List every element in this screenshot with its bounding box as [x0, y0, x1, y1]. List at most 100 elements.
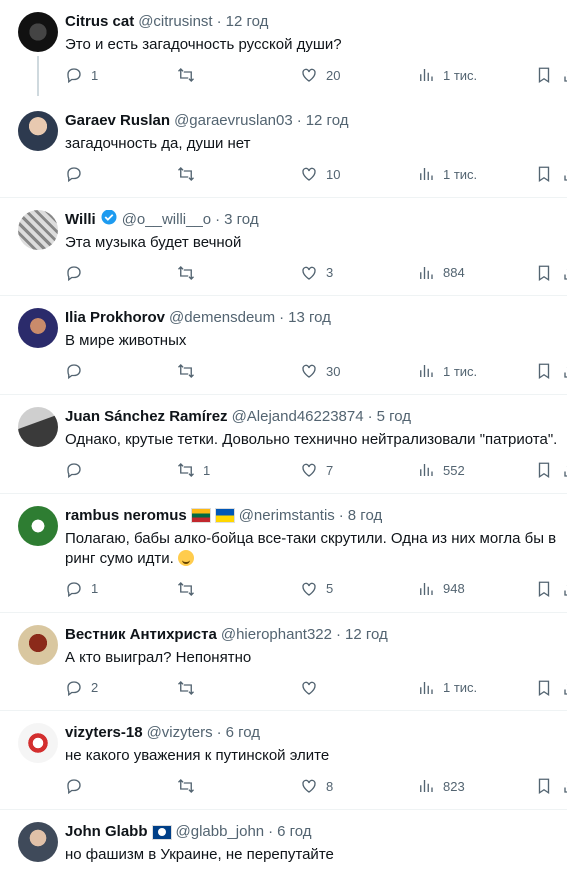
- retweet-button[interactable]: [177, 580, 203, 598]
- share-button[interactable]: [562, 777, 567, 795]
- like-button[interactable]: 7: [300, 461, 333, 479]
- author-name[interactable]: Juan Sánchez Ramírez: [65, 407, 228, 427]
- like-button[interactable]: 5: [300, 580, 333, 598]
- reply-button[interactable]: [65, 264, 91, 282]
- timestamp[interactable]: 8 год: [348, 506, 382, 526]
- retweet-button[interactable]: [177, 679, 203, 697]
- bookmark-button[interactable]: [535, 580, 553, 598]
- reply-item[interactable]: Willi @o__willi__o · 3 год Эта музыка бу…: [0, 198, 567, 297]
- bookmark-button[interactable]: [535, 66, 553, 84]
- author-name[interactable]: vizyters-18: [65, 723, 143, 743]
- reply-item[interactable]: Garaev Ruslan @garaevruslan03 · 12 год з…: [0, 99, 567, 198]
- reply-item[interactable]: rambus neromus @nerimstantis · 8 год Пол…: [0, 494, 567, 613]
- avatar[interactable]: [18, 12, 58, 52]
- views-button[interactable]: 948: [417, 580, 465, 598]
- bookmark-button[interactable]: [535, 461, 553, 479]
- avatar[interactable]: [18, 505, 58, 546]
- timestamp[interactable]: 12 год: [226, 12, 269, 32]
- author-handle[interactable]: @Alejand46223874: [232, 407, 364, 427]
- views-button[interactable]: 823: [417, 777, 465, 795]
- reply-button[interactable]: [65, 165, 91, 183]
- share-button[interactable]: [562, 461, 567, 479]
- retweet-button[interactable]: [177, 165, 203, 183]
- author-name[interactable]: Garaev Ruslan: [65, 111, 170, 131]
- reply-button[interactable]: 1: [65, 580, 98, 598]
- author-name[interactable]: Вестник Антихриста: [65, 625, 217, 645]
- author-name[interactable]: Ilia Prokhorov: [65, 308, 165, 328]
- author-handle[interactable]: @vizyters: [147, 723, 213, 743]
- bookmark-button[interactable]: [535, 165, 553, 183]
- like-button[interactable]: 20: [300, 66, 340, 84]
- views-button[interactable]: 1 тис.: [417, 66, 477, 84]
- reply-text: Полагаю, бабы алко-бойца все-таки скрути…: [65, 529, 563, 569]
- avatar[interactable]: [18, 308, 58, 349]
- views-button[interactable]: 1 тис.: [417, 362, 477, 380]
- share-button[interactable]: [562, 66, 567, 84]
- retweet-button[interactable]: [177, 66, 203, 84]
- timestamp[interactable]: 6 год: [277, 822, 311, 842]
- reply-item[interactable]: Citrus cat @citrusinst · 12 год Это и ес…: [0, 0, 567, 99]
- reply-item[interactable]: Ilia Prokhorov @demensdeum · 13 год В ми…: [0, 296, 567, 396]
- views-button[interactable]: 552: [417, 461, 465, 479]
- like-button[interactable]: 3: [300, 264, 333, 282]
- views-button[interactable]: 1 тис.: [417, 165, 477, 183]
- avatar[interactable]: [18, 111, 58, 151]
- avatar[interactable]: [18, 209, 58, 250]
- author-name[interactable]: Willi: [65, 210, 96, 230]
- retweet-icon: [178, 779, 194, 794]
- views-button[interactable]: 884: [417, 264, 465, 282]
- reply-item[interactable]: Juan Sánchez Ramírez @Alejand46223874 · …: [0, 395, 567, 494]
- reply-button[interactable]: 2: [65, 679, 98, 697]
- bookmark-button[interactable]: [535, 362, 553, 380]
- retweet-button[interactable]: 1: [177, 461, 210, 479]
- author-handle[interactable]: @hierophant322: [221, 625, 332, 645]
- timestamp[interactable]: 12 год: [306, 111, 349, 131]
- like-button[interactable]: 30: [300, 362, 340, 380]
- avatar[interactable]: [18, 407, 58, 448]
- timestamp[interactable]: 5 год: [377, 407, 411, 427]
- bookmark-button[interactable]: [535, 679, 553, 697]
- avatar[interactable]: [18, 822, 58, 863]
- timestamp[interactable]: 12 год: [345, 625, 388, 645]
- author-name[interactable]: John Glabb: [65, 822, 148, 842]
- author-handle[interactable]: @citrusinst: [138, 12, 212, 32]
- like-button[interactable]: [300, 679, 326, 697]
- bookmark-button[interactable]: [535, 264, 553, 282]
- retweet-icon: [178, 68, 194, 82]
- views-icon: [420, 365, 433, 378]
- reply-button[interactable]: [65, 777, 91, 795]
- retweet-button[interactable]: [177, 777, 203, 795]
- reply-button[interactable]: 1: [65, 66, 98, 84]
- like-count: 7: [326, 462, 334, 478]
- author-handle[interactable]: @nerimstantis: [239, 506, 335, 526]
- share-button[interactable]: [562, 264, 567, 282]
- share-button[interactable]: [562, 679, 567, 697]
- author-handle[interactable]: @o__willi__o: [122, 210, 211, 230]
- retweet-button[interactable]: [177, 362, 203, 380]
- like-button[interactable]: 10: [300, 165, 340, 183]
- reply-item[interactable]: Вестник Антихриста @hierophant322 · 12 г…: [0, 613, 567, 712]
- author-name[interactable]: Citrus cat: [65, 12, 134, 32]
- reply-item[interactable]: vizyters-18 @vizyters · 6 год не какого …: [0, 711, 567, 811]
- retweet-icon: [178, 364, 194, 379]
- retweet-button[interactable]: [177, 264, 203, 282]
- author-handle[interactable]: @glabb_john: [176, 822, 265, 842]
- share-button[interactable]: [562, 362, 567, 380]
- author-handle[interactable]: @demensdeum: [169, 308, 275, 328]
- share-button[interactable]: [562, 165, 567, 183]
- avatar[interactable]: [18, 723, 58, 764]
- author-name[interactable]: rambus neromus: [65, 506, 187, 526]
- timestamp[interactable]: 6 год: [226, 723, 260, 743]
- like-button[interactable]: 8: [300, 777, 333, 795]
- reply-button[interactable]: [65, 461, 91, 479]
- views-button[interactable]: 1 тис.: [417, 679, 477, 697]
- bookmark-button[interactable]: [535, 777, 553, 795]
- reply-button[interactable]: [65, 362, 91, 380]
- timestamp[interactable]: 13 год: [288, 308, 331, 328]
- like-icon: [302, 365, 316, 379]
- author-handle[interactable]: @garaevruslan03: [174, 111, 293, 131]
- timestamp[interactable]: 3 год: [224, 210, 258, 230]
- reply-item[interactable]: John Glabb @glabb_john · 6 год но фашизм…: [0, 810, 567, 879]
- avatar[interactable]: [18, 624, 58, 665]
- share-button[interactable]: [562, 580, 567, 598]
